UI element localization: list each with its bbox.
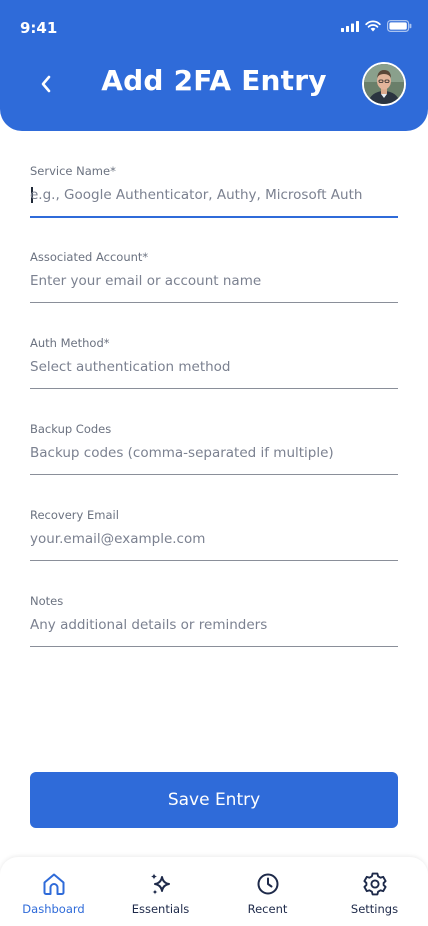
backup-codes-field: Backup Codes [30, 408, 398, 494]
recovery-email-field: Recovery Email [30, 494, 398, 580]
associated-account-label: Associated Account* [30, 250, 149, 264]
nav-item-settings[interactable]: Settings [321, 857, 428, 926]
cellular-signal-icon [341, 20, 359, 32]
auth-method-select[interactable] [30, 355, 398, 379]
clock-icon [257, 873, 278, 895]
nav-label-essentials: Essentials [131, 902, 190, 916]
notes-underline [30, 646, 398, 647]
nav-item-essentials[interactable]: Essentials [107, 857, 214, 926]
save-entry-button[interactable]: Save Entry [30, 772, 398, 828]
app-header: 9:41 Add 2FA Entry [0, 0, 428, 131]
associated-account-underline [30, 302, 398, 303]
add-entry-form: Service Name* Associated Account* Auth M… [30, 150, 398, 666]
bottom-nav: Dashboard Essentials Recent Settings [0, 857, 428, 926]
recovery-email-input[interactable] [30, 527, 398, 551]
wifi-icon [365, 20, 381, 32]
user-photo-icon [364, 64, 404, 104]
sparkle-icon [150, 873, 170, 895]
home-icon [43, 873, 64, 895]
recovery-email-underline [30, 560, 398, 561]
service-name-underline [30, 216, 398, 218]
backup-codes-label: Backup Codes [30, 422, 112, 436]
backup-codes-input[interactable] [30, 441, 398, 465]
status-time: 9:41 [20, 19, 58, 37]
status-icons [341, 20, 412, 32]
nav-label-recent: Recent [247, 902, 288, 916]
auth-method-underline [30, 388, 398, 389]
gear-icon [362, 872, 387, 896]
backup-codes-underline [30, 474, 398, 475]
nav-item-dashboard[interactable]: Dashboard [0, 857, 107, 926]
nav-item-recent[interactable]: Recent [214, 857, 321, 926]
service-name-field: Service Name* [30, 150, 398, 236]
recovery-email-label: Recovery Email [30, 508, 119, 522]
notes-field: Notes [30, 580, 398, 666]
service-name-input[interactable] [30, 183, 398, 207]
associated-account-field: Associated Account* [30, 236, 398, 322]
nav-label-dashboard: Dashboard [22, 902, 85, 916]
battery-icon [387, 20, 412, 32]
associated-account-input[interactable] [30, 269, 398, 293]
notes-input[interactable] [30, 613, 398, 637]
avatar[interactable] [362, 62, 406, 106]
service-name-label: Service Name* [30, 164, 116, 178]
notes-label: Notes [30, 594, 64, 608]
auth-method-label: Auth Method* [30, 336, 110, 350]
nav-label-settings: Settings [350, 902, 399, 916]
auth-method-field: Auth Method* [30, 322, 398, 408]
